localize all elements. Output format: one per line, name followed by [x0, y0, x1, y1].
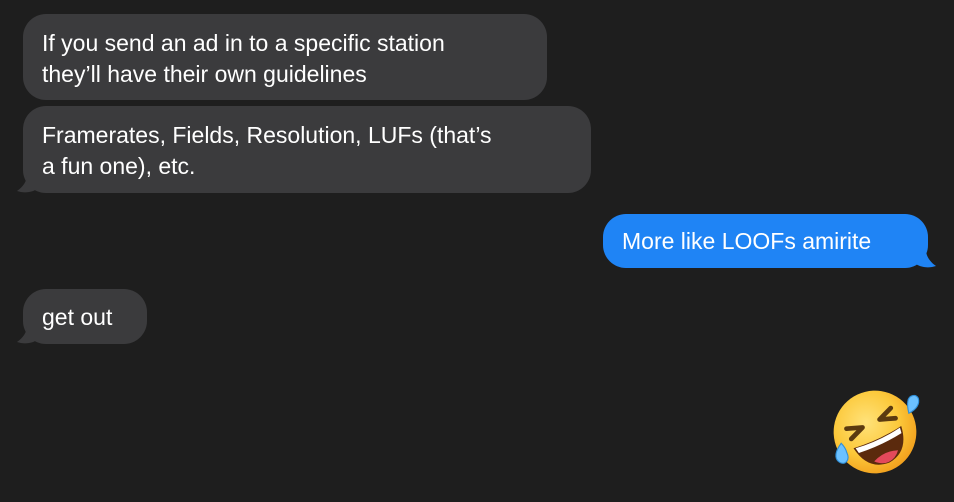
- message-text-line: Framerates, Fields, Resolution, LUFs (th…: [42, 122, 492, 148]
- message-text-line: More like LOOFs amirite: [622, 228, 872, 254]
- message-text-line: a fun one), etc.: [42, 153, 196, 179]
- incoming-message-bubble[interactable]: get out: [23, 289, 147, 344]
- incoming-message-bubble[interactable]: If you send an ad in to a specific stati…: [23, 14, 547, 100]
- rolling-on-floor-laughing-emoji-icon[interactable]: [828, 385, 922, 479]
- incoming-bubble-tail: [17, 175, 37, 193]
- message-thread: If you send an ad in to a specific stati…: [0, 0, 954, 502]
- message-text-line: If you send an ad in to a specific stati…: [42, 30, 445, 56]
- message-text-line: they’ll have their own guidelines: [42, 61, 367, 87]
- outgoing-message-bubble[interactable]: More like LOOFs amirite: [603, 214, 928, 268]
- outgoing-bubble-tail: [916, 250, 936, 268]
- message-text-line: get out: [42, 304, 113, 330]
- incoming-message-bubble[interactable]: Framerates, Fields, Resolution, LUFs (th…: [23, 106, 591, 193]
- incoming-bubble-tail: [17, 326, 37, 344]
